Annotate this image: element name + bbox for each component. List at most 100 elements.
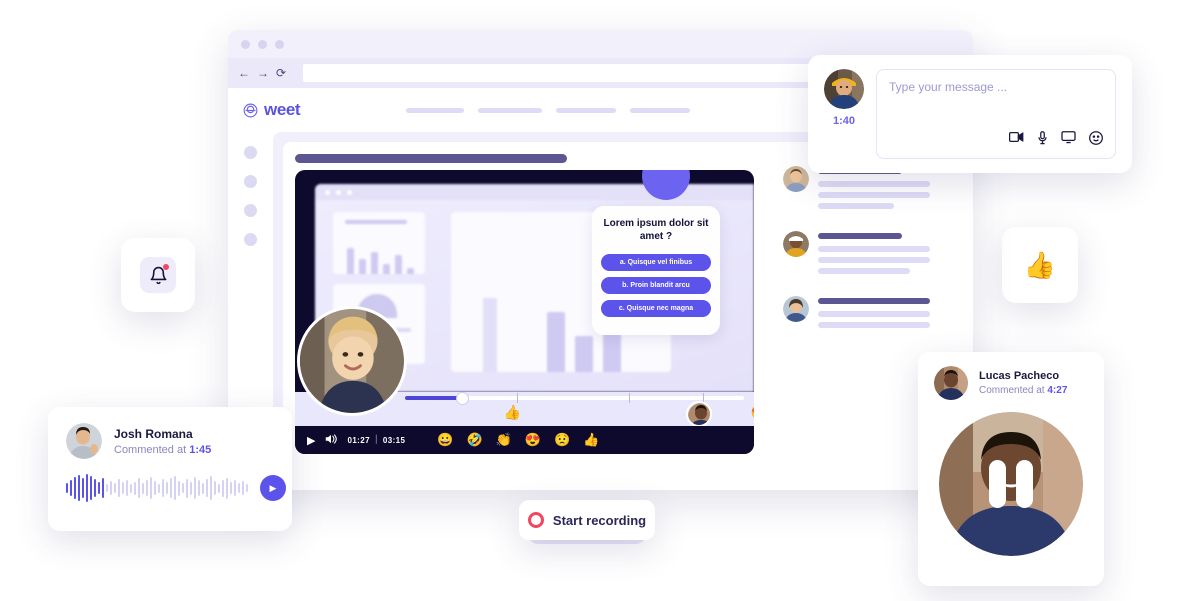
audio-comment-author: Josh Romana [114, 426, 193, 441]
timeline-tick-2 [628, 393, 630, 403]
waveform-bar [138, 478, 140, 498]
timeline-emoji-marker-3[interactable]: 😍 [751, 404, 754, 421]
timeline-scrubber-handle[interactable] [457, 392, 469, 404]
waveform-bar [114, 483, 116, 493]
back-icon[interactable]: ← [238, 67, 250, 79]
emoji-reaction-3[interactable]: 👏 [496, 432, 512, 448]
nav-placeholder-3[interactable] [556, 107, 617, 113]
notification-badge-card[interactable] [121, 238, 195, 312]
waveform-bar [106, 484, 108, 492]
forward-icon[interactable]: → [257, 67, 269, 79]
waveform-bar [150, 477, 152, 499]
nav-placeholder-1[interactable] [406, 107, 465, 113]
comment-text-placeholders [818, 166, 959, 214]
nav-placeholder-4[interactable] [630, 107, 691, 113]
chat-user: 1:40 [824, 69, 864, 159]
thumbs-up-badge-card[interactable]: 👍 [1002, 227, 1078, 303]
comment-item[interactable] [783, 296, 959, 333]
timeline-track[interactable] [405, 392, 744, 404]
weet-mark-icon [243, 103, 258, 117]
quiz-options: a. Quisque vel finibus b. Proin blandit a… [601, 254, 711, 317]
waveform-bar [118, 479, 120, 497]
comment-line-placeholder [818, 181, 930, 187]
waveform-bar [146, 480, 148, 496]
waveform-bar [214, 481, 216, 495]
app-nav [406, 107, 691, 113]
app-main-panel: Lorem ipsum dolor sit amet ? a. Quisque … [273, 132, 973, 490]
sidebar-item-3[interactable] [244, 204, 257, 217]
emoji-reaction-4[interactable]: 😍 [525, 432, 541, 448]
window-minimize-button[interactable] [258, 39, 267, 49]
comment-item[interactable] [783, 166, 959, 214]
waveform-bar [182, 483, 184, 493]
window-maximize-button[interactable] [275, 39, 284, 49]
screen-share-icon[interactable] [1061, 131, 1076, 148]
presenter-photo [300, 309, 404, 413]
video-camera-icon[interactable] [1009, 131, 1024, 148]
quiz-option-2[interactable]: b. Proin blandit arcu [601, 277, 711, 294]
audio-comment-card[interactable]: Josh Romana Commented at 1:45 ▶ [48, 407, 292, 531]
chat-popup[interactable]: 1:40 Type your message ... [808, 55, 1132, 173]
window-close-button[interactable] [241, 39, 250, 49]
time-separator: ⏐ [373, 435, 379, 444]
waveform-bar [110, 481, 112, 495]
waveform-bar [162, 479, 164, 497]
chat-avatar-photo [824, 69, 864, 109]
waveform-bar [202, 482, 204, 494]
waveform-bar [206, 479, 208, 497]
volume-icon[interactable] [324, 433, 338, 448]
comment-author-placeholder [818, 233, 902, 239]
video-comment-timestamp: 4:27 [1047, 385, 1068, 396]
composition-stage: 👍 ← → ⟳ weet Lorem ipsum dolor sit amet … [0, 0, 1198, 601]
reload-icon[interactable]: ⟳ [276, 67, 286, 79]
waveform-bar [186, 478, 188, 498]
audio-comment-avatar [66, 423, 102, 459]
video-comment-media[interactable] [939, 412, 1083, 556]
video-column: Lorem ipsum dolor sit amet ? a. Quisque … [295, 154, 767, 490]
pause-icon[interactable] [989, 460, 1033, 508]
quiz-card[interactable]: Lorem ipsum dolor sit amet ? a. Quisque … [592, 206, 720, 335]
quiz-option-1[interactable]: a. Quisque vel finibus [601, 254, 711, 271]
timeline-tick-1 [516, 393, 518, 403]
audio-waveform[interactable] [66, 473, 248, 503]
video-player[interactable]: Lorem ipsum dolor sit amet ? a. Quisque … [295, 170, 754, 454]
timeline-emoji-marker-1[interactable]: 👍 [504, 404, 521, 421]
waveform-bar [102, 478, 104, 498]
emoji-reaction-5[interactable]: 😟 [554, 432, 570, 448]
weet-logo[interactable]: weet [242, 100, 301, 120]
waveform-bar [234, 480, 236, 496]
waveform-bar [174, 476, 176, 500]
video-comment-meta: Lucas Pacheco Commented at 4:27 [979, 370, 1067, 396]
start-recording-button[interactable]: Start recording [519, 500, 655, 540]
emoji-reaction-6[interactable]: 👍 [583, 432, 599, 448]
waveform-bar [226, 477, 228, 499]
chat-input-box[interactable]: Type your message ... [876, 69, 1116, 159]
chat-timestamp: 1:40 [832, 115, 856, 127]
sidebar-item-4[interactable] [244, 233, 257, 246]
sidebar-item-2[interactable] [244, 175, 257, 188]
video-comment-meta-prefix: Commented at [979, 385, 1045, 396]
comment-item[interactable] [783, 231, 959, 279]
waveform-bar [158, 483, 160, 493]
bell-icon [140, 257, 176, 293]
timeline-avatar-marker[interactable] [685, 401, 712, 427]
sidebar-item-1[interactable] [244, 146, 257, 159]
emoji-icon[interactable] [1089, 131, 1103, 148]
audio-play-button[interactable]: ▶ [260, 475, 286, 501]
current-time: 01:27 [347, 435, 370, 445]
video-comment-author: Lucas Pacheco [979, 370, 1060, 382]
waveform-bar [94, 479, 96, 497]
waveform-bar [74, 477, 76, 499]
comment-text-placeholders [818, 231, 959, 279]
presenter-webcam-bubble [297, 306, 407, 416]
slide-chart-panel [333, 212, 425, 274]
nav-placeholder-2[interactable] [478, 107, 543, 113]
microphone-icon[interactable] [1037, 131, 1048, 148]
emoji-reaction-2[interactable]: 🤣 [467, 432, 483, 448]
waveform-bar [78, 475, 80, 501]
quiz-option-3[interactable]: c. Quisque nec magna [601, 300, 711, 317]
audio-comment-timestamp-line: Commented at 1:45 [114, 444, 211, 456]
play-icon[interactable]: ▶ [307, 434, 315, 447]
emoji-reaction-1[interactable]: 😀 [437, 432, 453, 448]
video-comment-card[interactable]: Lucas Pacheco Commented at 4:27 [918, 352, 1104, 586]
